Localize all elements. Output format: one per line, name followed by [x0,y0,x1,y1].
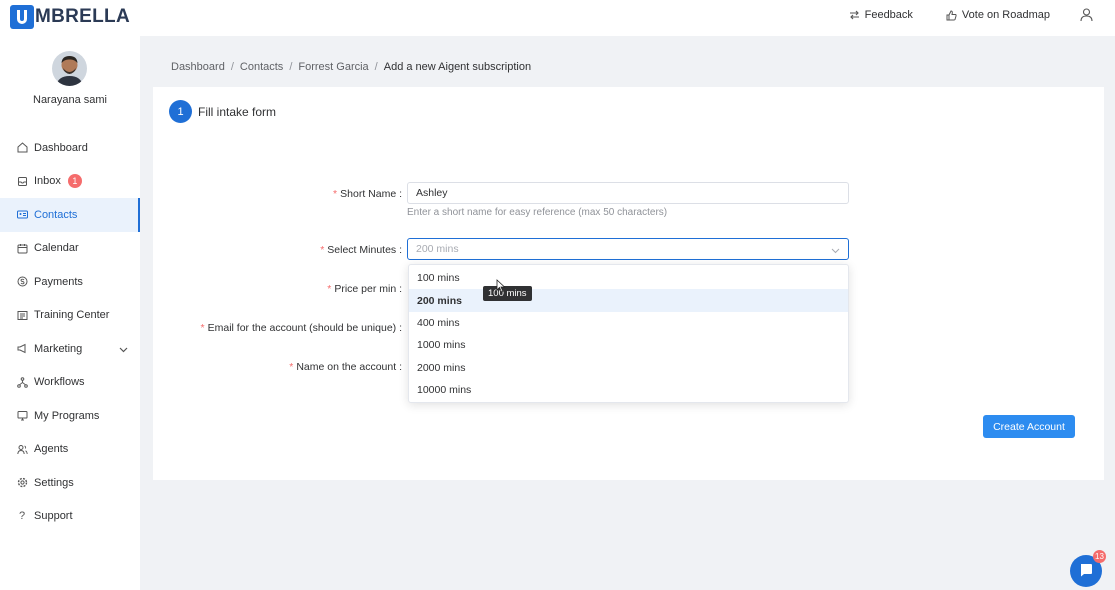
sidebar-nav: Dashboard Inbox 1 Contacts Calendar Paym… [0,131,140,533]
sidebar-item-label: Support [34,510,73,523]
sidebar-item-payments[interactable]: Payments [0,265,140,299]
step-title: Fill intake form [198,105,277,119]
sidebar-item-settings[interactable]: Settings [0,466,140,500]
umbrella-logo-icon [10,5,34,29]
sidebar-item-my-programs[interactable]: My Programs [0,399,140,433]
create-account-button[interactable]: Create Account [983,415,1075,438]
feedback-icon [849,10,860,20]
minutes-option[interactable]: 1000 mins [409,334,848,356]
sidebar-item-label: Settings [34,476,74,489]
mouse-pointer-icon [496,279,506,296]
short-name-label: * Short Name : [333,188,402,200]
programs-icon [16,410,28,422]
workflows-icon [16,376,28,388]
user-icon [1080,8,1093,22]
minutes-dropdown-menu: 100 mins 200 mins 400 mins 1000 mins 200… [408,264,849,403]
sidebar-item-label: Contacts [34,208,78,221]
feedback-link[interactable]: Feedback [849,9,913,21]
feedback-label: Feedback [864,9,913,21]
sidebar-item-label: My Programs [34,409,100,422]
sidebar-item-training-center[interactable]: Training Center [0,299,140,333]
select-minutes-dropdown[interactable]: 200 mins [407,238,849,260]
vote-roadmap-link[interactable]: Vote on Roadmap [946,9,1050,21]
minutes-option[interactable]: 10000 mins [409,379,848,401]
select-minutes-label: * Select Minutes : [320,244,402,256]
training-icon [16,309,28,321]
breadcrumb-contacts[interactable]: Contacts [240,61,283,73]
sidebar-item-support[interactable]: ? Support [0,500,140,534]
price-per-min-label: * Price per min : [327,283,402,295]
sidebar-item-calendar[interactable]: Calendar [0,232,140,266]
sidebar-item-marketing[interactable]: Marketing [0,332,140,366]
chevron-down-icon[interactable] [119,344,128,356]
thumbs-up-icon [946,9,957,21]
avatar[interactable] [52,51,87,86]
sidebar-item-contacts[interactable]: Contacts [0,198,140,232]
breadcrumb-dashboard[interactable]: Dashboard [171,61,225,73]
top-bar: MBRELLA Feedback Vote on Roadmap [0,0,1115,36]
sidebar-item-label: Agents [34,443,69,456]
profile-name: Narayana sami [33,94,107,106]
sidebar-item-agents[interactable]: Agents [0,433,140,467]
inbox-icon [16,175,28,187]
support-icon: ? [18,510,26,523]
roadmap-label: Vote on Roadmap [961,9,1050,21]
sidebar-item-label: Calendar [34,242,79,255]
minutes-option-selected[interactable]: 200 mins [409,289,848,312]
step-number: 1 [169,100,192,123]
breadcrumb: Dashboard / Contacts / Forrest Garcia / … [171,61,532,73]
payments-icon [16,276,28,288]
logo[interactable]: MBRELLA [10,4,130,30]
sidebar-item-label: Workflows [34,376,85,389]
short-name-hint: Enter a short name for easy reference (m… [407,207,668,218]
sidebar-item-label: Dashboard [34,141,88,154]
chat-icon [1078,562,1094,581]
sidebar-item-label: Payments [34,275,83,288]
sidebar-item-label: Marketing [34,342,83,355]
contacts-icon [16,209,28,221]
chevron-down-icon [831,245,840,257]
agents-icon [16,443,28,455]
sidebar-item-dashboard[interactable]: Dashboard [0,131,140,165]
minutes-option[interactable]: 400 mins [409,312,848,334]
sidebar-item-label: Inbox [34,175,61,188]
minutes-option[interactable]: 2000 mins [409,357,848,379]
user-menu-button[interactable] [1080,8,1093,22]
sidebar-item-workflows[interactable]: Workflows [0,366,140,400]
email-label: * Email for the account (should be unique… [200,322,402,334]
breadcrumb-current: Add a new Aigent subscription [383,61,532,73]
option-tooltip: 100 mins [483,286,532,301]
calendar-icon [16,242,28,254]
logo-text: MBRELLA [35,6,130,27]
short-name-input[interactable]: Ashley [407,182,849,204]
marketing-icon [16,343,28,355]
sidebar-item-inbox[interactable]: Inbox 1 [0,165,140,199]
settings-icon [16,477,28,489]
inbox-badge: 1 [67,174,82,189]
sidebar-item-label: Training Center [34,309,110,322]
chat-badge: 13 [1093,550,1106,563]
sidebar: Narayana sami Dashboard Inbox 1 Contacts… [0,36,140,590]
home-icon [16,142,28,154]
name-on-account-label: * Name on the account : [289,361,402,373]
breadcrumb-contact-name[interactable]: Forrest Garcia [298,61,368,73]
minutes-option[interactable]: 100 mins [409,267,848,289]
